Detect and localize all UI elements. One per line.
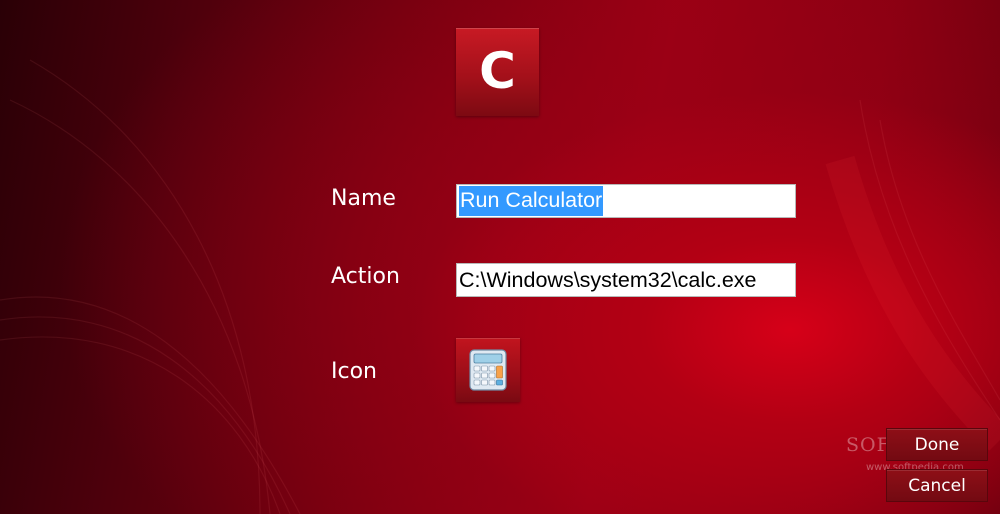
calculator-icon (469, 349, 507, 391)
app-tile-c: C (456, 28, 539, 116)
icon-picker-button[interactable] (456, 338, 520, 402)
icon-label: Icon (331, 359, 377, 384)
name-input[interactable]: Run Calculator (456, 184, 796, 218)
action-label: Action (331, 264, 400, 289)
name-input-value: Run Calculator (459, 186, 604, 216)
name-label: Name (331, 186, 396, 211)
action-input[interactable]: C:\Windows\system32\calc.exe (456, 263, 796, 297)
done-button[interactable]: Done (886, 428, 988, 461)
cancel-button[interactable]: Cancel (886, 469, 988, 502)
action-input-value: C:\Windows\system32\calc.exe (459, 267, 757, 292)
letter-c-icon: C (479, 42, 516, 100)
